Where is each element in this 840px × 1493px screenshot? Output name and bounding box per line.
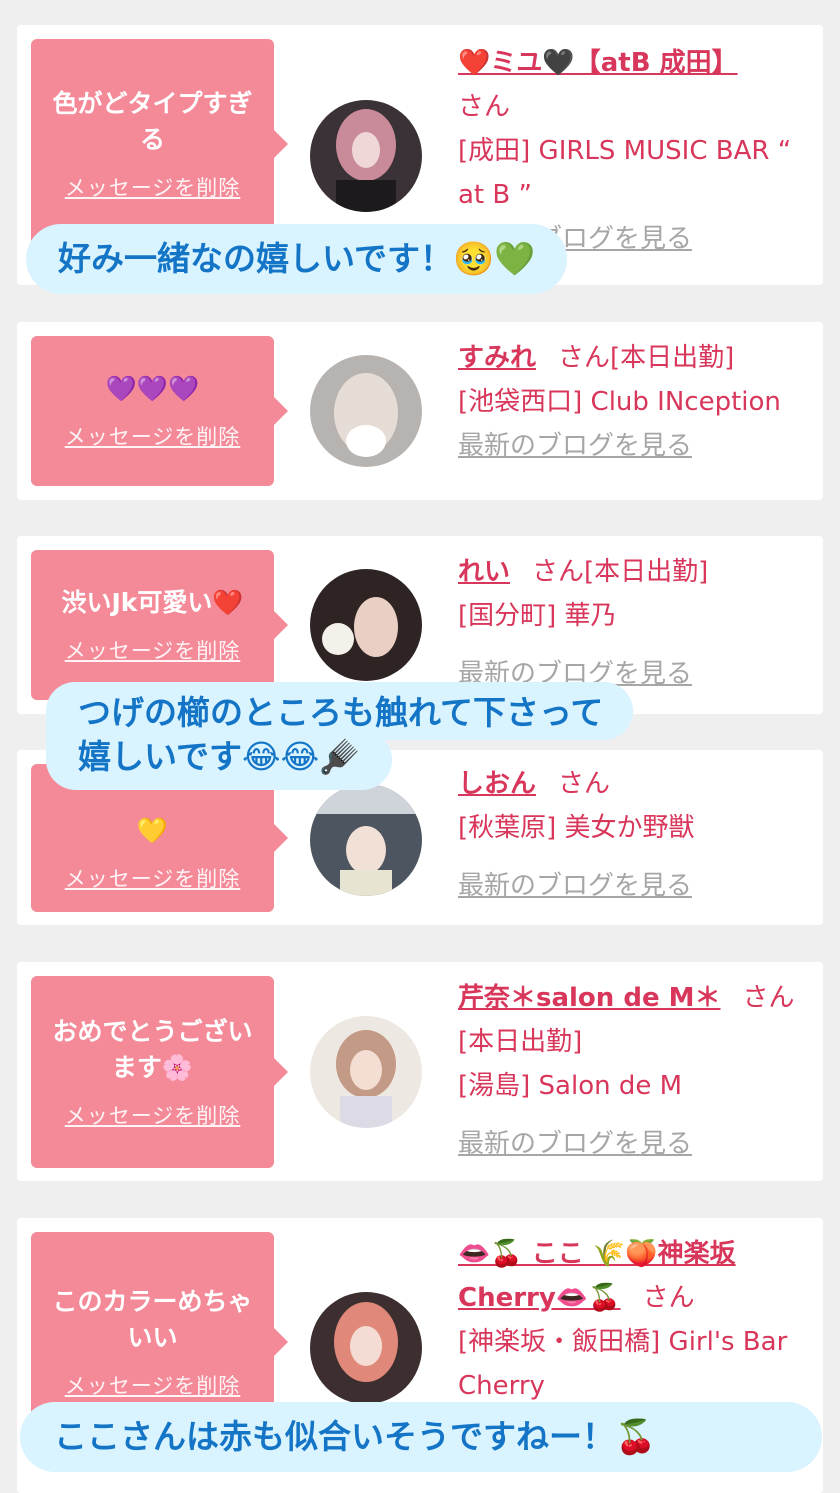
avatar[interactable] bbox=[310, 355, 422, 467]
caption-text: 嬉しいです😂😂🪮 bbox=[78, 737, 361, 776]
latest-blog-link[interactable]: 最新のブログを見る bbox=[458, 431, 692, 461]
message-text: 💜💜💜 bbox=[105, 374, 200, 403]
cast-name-link[interactable]: しおん bbox=[458, 769, 536, 799]
cast-info: 芹奈＊salon de M＊ さん [本日出勤] [湯島] Salon de M … bbox=[458, 976, 818, 1180]
shop-name: [国分町] 華乃 bbox=[458, 601, 617, 631]
cast-name-link[interactable]: ❤️ミユ🖤【atB 成田】 bbox=[458, 48, 738, 78]
latest-blog-link[interactable]: 最新のブログを見る bbox=[458, 871, 692, 901]
caption-text: ここさんは赤も似合いそうですねー！🍒 bbox=[54, 1417, 657, 1456]
message-bubble: 色がどタイプすぎる メッセージを削除 bbox=[31, 39, 288, 249]
cast-info: すみれ さん[本日出勤] [池袋西口] Club INception 最新のブログ… bbox=[458, 336, 818, 468]
caption-text: つげの櫛のところも触れて下さって bbox=[78, 693, 604, 732]
avatar[interactable] bbox=[310, 1016, 422, 1128]
honorific: さん bbox=[458, 92, 511, 122]
cast-name-link[interactable]: れい bbox=[458, 557, 510, 587]
delete-message-link[interactable]: メッセージを削除 bbox=[65, 172, 241, 202]
avatar[interactable] bbox=[310, 100, 422, 212]
delete-message-link[interactable]: メッセージを削除 bbox=[65, 635, 241, 665]
avatar[interactable] bbox=[310, 1292, 422, 1404]
honorific: さん bbox=[742, 983, 795, 1013]
overlay-caption-4: ここさんは赤も似合いそうですねー！🍒 bbox=[20, 1402, 822, 1472]
latest-blog-link[interactable]: 最新のブログを見る bbox=[458, 1129, 692, 1159]
message-text: このカラーめちゃいい bbox=[52, 1287, 253, 1352]
avatar[interactable] bbox=[310, 784, 422, 896]
message-text: 色がどタイプすぎる bbox=[52, 89, 253, 154]
message-text: 💛 bbox=[136, 816, 169, 845]
overlay-caption-3: 嬉しいです😂😂🪮 bbox=[46, 730, 393, 790]
shop-name: [池袋西口] Club INception bbox=[458, 387, 781, 417]
honorific: さん bbox=[532, 557, 585, 587]
message-text: 渋いJk可愛い❤️ bbox=[61, 588, 244, 617]
honorific: さん bbox=[558, 343, 611, 373]
honorific: さん bbox=[558, 769, 611, 799]
overlay-caption-1: 好み一緒なの嬉しいです！🥹💚 bbox=[26, 224, 568, 294]
delete-message-link[interactable]: メッセージを削除 bbox=[65, 863, 241, 893]
shop-name: [湯島] Salon de M bbox=[458, 1071, 683, 1101]
cast-name-link[interactable]: 芹奈＊salon de M＊ bbox=[458, 983, 721, 1013]
attendance-status: [本日出勤] bbox=[584, 557, 709, 587]
cast-info: 👄🍒 ここ 🌾🍑神楽坂Cherry👄🍒 さん [神楽坂・飯田橋] Girl's B… bbox=[458, 1232, 818, 1408]
message-bubble: おめでとうございます🌸 メッセージを削除 bbox=[31, 976, 288, 1168]
honorific: さん bbox=[642, 1283, 695, 1313]
attendance-status: [本日出勤] bbox=[458, 1027, 583, 1057]
delete-message-link[interactable]: メッセージを削除 bbox=[65, 1370, 241, 1400]
shop-name: [秋葉原] 美女か野獣 bbox=[458, 813, 695, 843]
shop-name: [神楽坂・飯田橋] Girl's Bar Cherry bbox=[458, 1327, 788, 1401]
avatar[interactable] bbox=[310, 569, 422, 681]
cast-name-link[interactable]: すみれ bbox=[458, 343, 536, 373]
message-card-2: 💜💜💜 メッセージを削除 すみれ さん[本日出勤] [池袋西口] Club INc… bbox=[17, 322, 823, 500]
delete-message-link[interactable]: メッセージを削除 bbox=[65, 1100, 241, 1130]
message-bubble: 💜💜💜 メッセージを削除 bbox=[31, 336, 288, 486]
caption-text: 好み一緒なの嬉しいです！🥹💚 bbox=[58, 239, 536, 278]
delete-message-link[interactable]: メッセージを削除 bbox=[65, 421, 241, 451]
message-bubble: 渋いJk可愛い❤️ メッセージを削除 bbox=[31, 550, 288, 700]
shop-name: [成田] GIRLS MUSIC BAR “ at B ” bbox=[458, 136, 792, 210]
message-text: おめでとうございます🌸 bbox=[52, 1017, 253, 1082]
cast-info: しおん さん [秋葉原] 美女か野獣 最新のブログを見る bbox=[458, 762, 818, 922]
attendance-status: [本日出勤] bbox=[610, 343, 735, 373]
message-card-5: おめでとうございます🌸 メッセージを削除 芹奈＊salon de M＊ さん [本… bbox=[17, 962, 823, 1181]
